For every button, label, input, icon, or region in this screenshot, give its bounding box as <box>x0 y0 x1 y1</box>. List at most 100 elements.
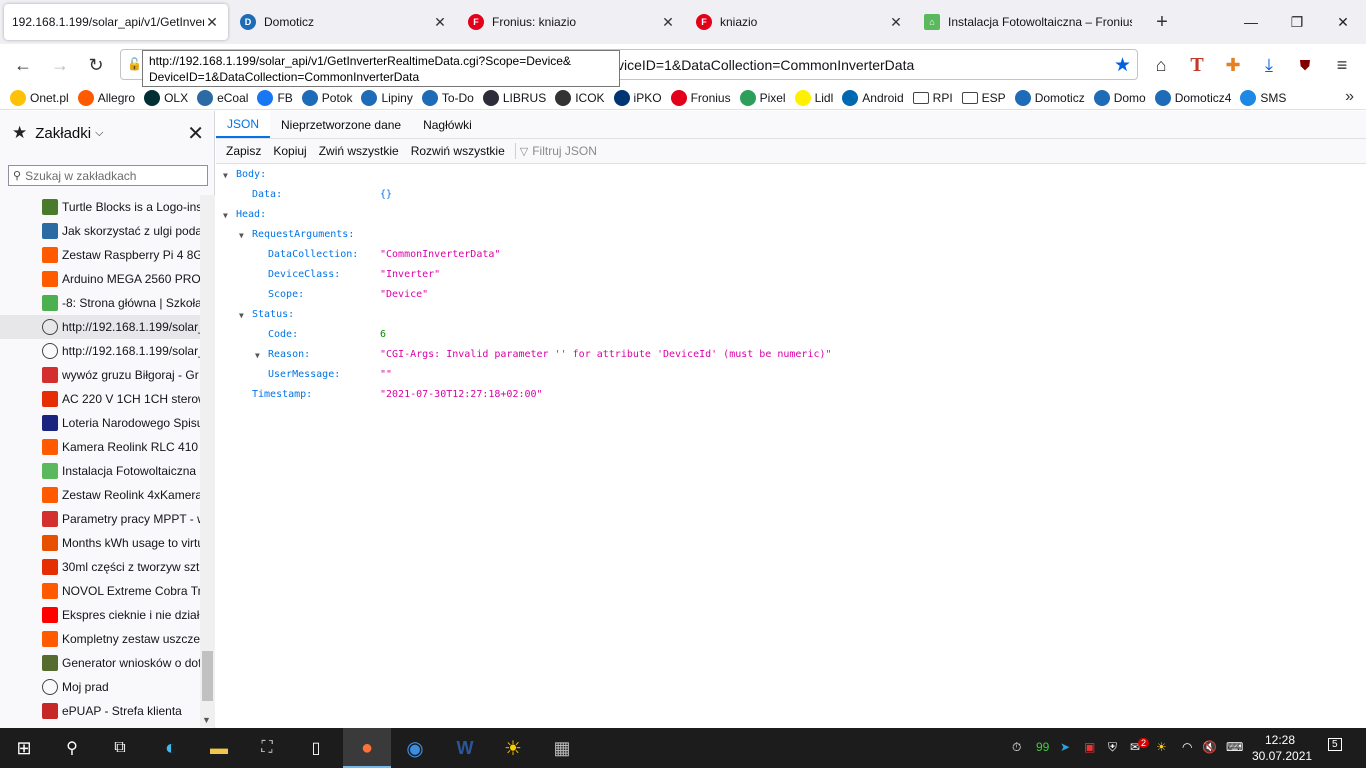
url-text[interactable]: viceID=1&DataCollection=CommonInverterDa… <box>617 57 914 73</box>
bookmark-domoticz[interactable]: Domoticz <box>1014 89 1085 106</box>
tab-kniazio[interactable]: F kniazio ✕ <box>688 4 912 40</box>
close-sidebar-button[interactable]: ✕ <box>187 121 204 146</box>
bookmark-ecoal[interactable]: eCoal <box>197 89 248 106</box>
bookmark-item[interactable]: Zestaw Raspberry Pi 4 8GB <box>0 243 200 267</box>
calculator-icon[interactable]: ▦ <box>548 734 576 762</box>
restore-button[interactable]: ❐ <box>1274 0 1320 44</box>
collapse-all-button[interactable]: Zwiń wszystkie <box>313 144 405 158</box>
bookmark-potok[interactable]: Potok <box>301 89 352 106</box>
bookmark-item[interactable]: Turtle Blocks is a Logo-inspired <box>0 195 200 219</box>
save-button[interactable]: Zapisz <box>220 144 267 158</box>
bookmark-item[interactable]: Loteria Narodowego Spisu <box>0 411 200 435</box>
telegram-icon[interactable]: ➤ <box>1060 740 1070 754</box>
reload-button[interactable]: ↻ <box>83 52 109 78</box>
close-tab-icon[interactable]: ✕ <box>888 14 904 30</box>
tab-json[interactable]: JSON <box>216 111 271 138</box>
copy-button[interactable]: Kopiuj <box>267 144 312 158</box>
notepad-icon[interactable]: ▯ <box>302 734 330 762</box>
bookmark-item[interactable]: AC 220 V 1CH 1CH sterownik <box>0 387 200 411</box>
bookmark-librus[interactable]: LIBRUS <box>482 89 546 106</box>
sun-tray-icon[interactable]: ☀ <box>1156 740 1167 754</box>
bookmark-item[interactable]: Zestaw Reolink 4xKamera <box>0 483 200 507</box>
bookmark-domo[interactable]: Domo <box>1093 89 1146 106</box>
downloads-icon[interactable]: ⤓ <box>1256 52 1282 78</box>
bookmark-item[interactable]: Jak skorzystać z ulgi podatkowej <box>0 219 200 243</box>
bookmark-onet-pl[interactable]: Onet.pl <box>10 89 69 106</box>
tab-fronius-kniazio[interactable]: F Fronius: kniazio ✕ <box>460 4 684 40</box>
search-icon[interactable]: ⚲ <box>58 734 86 762</box>
expand-toggle-icon[interactable]: ▼ <box>223 171 228 180</box>
ublock-icon[interactable]: ⛊ <box>1292 52 1318 78</box>
translate-extension-icon[interactable]: T <box>1184 52 1210 78</box>
tab-domoticz[interactable]: D Domoticz ✕ <box>232 4 456 40</box>
close-tab-icon[interactable]: ✕ <box>432 14 448 30</box>
expand-toggle-icon[interactable]: ▼ <box>239 231 244 240</box>
bookmark-item[interactable]: Ekspres cieknie i nie działa <box>0 603 200 627</box>
bookmark-allegro[interactable]: Allegro <box>77 89 135 106</box>
tab-raw-data[interactable]: Nieprzetworzone dane <box>270 111 412 138</box>
windows-start-icon[interactable]: ⊞ <box>10 734 38 762</box>
bookmark-item[interactable]: Moj prad <box>0 675 200 699</box>
bookmark-pixel[interactable]: Pixel <box>739 89 786 106</box>
bookmark-esp[interactable]: ESP <box>961 91 1006 105</box>
task-view-icon[interactable]: ⧉ <box>106 734 134 762</box>
close-window-button[interactable]: ✕ <box>1320 0 1366 44</box>
bookmark-item[interactable]: Instalacja Fotowoltaiczna - <box>0 459 200 483</box>
bookmark-sms[interactable]: SMS <box>1240 89 1286 106</box>
tab-instalacja[interactable]: ⌂ Instalacja Fotowoltaiczna – Fronius <box>916 4 1140 40</box>
bookmark-to-do[interactable]: To-Do <box>421 89 474 106</box>
bookmark-fb[interactable]: FB <box>257 89 293 106</box>
bookmark-item[interactable]: Generator wniosków o dofinansowanie <box>0 651 200 675</box>
bookmark-item[interactable]: NOVOL Extreme Cobra Tri <box>0 579 200 603</box>
bookmark-ipko[interactable]: iPKO <box>613 89 662 106</box>
bookmark-item[interactable]: Arduino MEGA 2560 PRO <box>0 267 200 291</box>
close-tab-icon[interactable]: ✕ <box>660 14 676 30</box>
minimize-button[interactable]: — <box>1228 0 1274 44</box>
store-icon[interactable]: ⛶ <box>253 734 281 762</box>
shield-icon[interactable]: ⛨ <box>1108 740 1117 755</box>
scrollbar-thumb[interactable] <box>202 651 213 701</box>
close-tab-icon[interactable]: ✕ <box>204 14 220 30</box>
tab-headers[interactable]: Nagłówki <box>412 111 483 138</box>
bookmark-item[interactable]: Months kWh usage to virtual <box>0 531 200 555</box>
new-tab-button[interactable]: + <box>1148 8 1176 36</box>
bookmark-icok[interactable]: ICOK <box>555 89 605 106</box>
bookmark-item[interactable]: -8: Strona główna | Szkoła <box>0 291 200 315</box>
bookmark-rpi[interactable]: RPI <box>912 91 953 105</box>
sidebar-scrollbar[interactable]: ▼ <box>200 195 215 727</box>
more-bookmarks-icon[interactable]: » <box>1345 88 1354 106</box>
edge-icon[interactable]: ◐ <box>157 734 185 762</box>
forward-button[interactable]: → <box>47 52 73 78</box>
firefox-icon[interactable]: ● <box>353 734 381 762</box>
home-button[interactable]: ⌂ <box>1148 52 1174 78</box>
bookmark-lipiny[interactable]: Lipiny <box>361 89 413 106</box>
insecure-lock-icon[interactable]: 🔓 <box>127 57 143 73</box>
bookmark-item[interactable]: Kamera Reolink RLC 410 PoE <box>0 435 200 459</box>
bookmark-android[interactable]: Android <box>842 89 904 106</box>
keyboard-icon[interactable]: ⌨ <box>1226 740 1243 754</box>
bookmark-item[interactable]: http://192.168.1.199/solar_api <box>0 315 200 339</box>
expand-toggle-icon[interactable]: ▼ <box>239 311 244 320</box>
bookmark-item[interactable]: ePUAP - Strefa klienta <box>0 699 200 723</box>
wifi-icon[interactable]: ◠ <box>1182 740 1192 754</box>
filter-json-input[interactable]: ▽ Filtruj JSON <box>520 144 597 158</box>
back-button[interactable]: ← <box>10 52 36 78</box>
puzzle-extension-icon[interactable]: ✚ <box>1220 52 1246 78</box>
bookmark-domoticz4[interactable]: Domoticz4 <box>1154 89 1231 106</box>
expand-all-button[interactable]: Rozwiń wszystkie <box>405 144 511 158</box>
bookmark-olx[interactable]: OLX <box>144 89 188 106</box>
tray-app-icon[interactable]: ▣ <box>1084 740 1095 754</box>
volume-muted-icon[interactable]: 🔇 <box>1202 740 1217 754</box>
bookmark-item[interactable]: wywóz gruzu Biłgoraj - Gr <box>0 363 200 387</box>
bookmark-lidl[interactable]: Lidl <box>794 89 833 106</box>
bookmark-item[interactable]: http://192.168.1.199/solar_api <box>0 339 200 363</box>
tray-counter[interactable]: 99 <box>1036 740 1049 754</box>
menu-icon[interactable]: ≡ <box>1329 52 1355 78</box>
expand-toggle-icon[interactable]: ▼ <box>223 211 228 220</box>
sidebar-header[interactable]: ★ Zakładki ⌵ ✕ <box>0 111 214 155</box>
bookmark-item[interactable]: Kompletny zestaw uszczelek <box>0 627 200 651</box>
bookmark-star-icon[interactable]: ★ <box>1114 54 1131 77</box>
tab-solar-api[interactable]: 192.168.1.199/solar_api/v1/GetInverterRe… <box>4 4 228 40</box>
bookmark-fronius[interactable]: Fronius <box>670 89 731 106</box>
notifications-button[interactable]: 5 <box>1328 738 1342 751</box>
